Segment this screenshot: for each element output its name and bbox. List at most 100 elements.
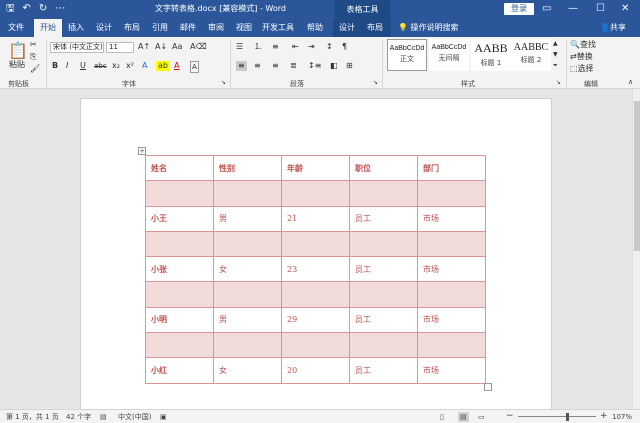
redo-icon[interactable]: ↻: [39, 3, 47, 15]
paste-label[interactable]: 粘贴: [9, 60, 25, 70]
styles-more-icon[interactable]: ⏷: [553, 61, 558, 71]
shrink-font-icon[interactable]: A↓: [155, 42, 167, 52]
proofing-icon[interactable]: ▤: [100, 412, 107, 422]
table-header-cell[interactable]: 职位: [349, 154, 418, 182]
line-spacing-icon[interactable]: ↕≡: [308, 61, 321, 71]
login-button[interactable]: 登录: [504, 3, 534, 15]
char-shading-icon[interactable]: A: [190, 61, 199, 73]
sort-icon[interactable]: ↕: [326, 42, 333, 52]
table-resize-handle-icon[interactable]: [484, 383, 492, 391]
undo-icon[interactable]: ↶: [23, 3, 31, 15]
table-cell[interactable]: [417, 332, 486, 359]
table-cell[interactable]: [349, 230, 418, 258]
print-layout-icon[interactable]: ▤: [458, 412, 469, 422]
multilevel-list-icon[interactable]: ≡: [272, 42, 279, 52]
font-dialog-launcher-icon[interactable]: ↘: [221, 78, 226, 88]
tab-table-design[interactable]: 设计: [334, 19, 360, 37]
table-cell[interactable]: [213, 281, 282, 308]
table-cell[interactable]: 小红: [145, 357, 214, 384]
table-header-cell[interactable]: 年龄: [281, 154, 350, 182]
zoom-slider[interactable]: [518, 416, 596, 417]
tab-mailings[interactable]: 邮件: [176, 19, 200, 37]
table-cell[interactable]: [349, 332, 418, 359]
tab-help[interactable]: 帮助: [302, 19, 328, 37]
web-layout-icon[interactable]: ▭: [478, 412, 485, 422]
table-cell[interactable]: [213, 332, 282, 359]
font-color-button[interactable]: A: [174, 61, 179, 71]
tab-review[interactable]: 审阅: [204, 19, 228, 37]
table-cell[interactable]: 21: [281, 205, 350, 232]
page-count[interactable]: 第 1 页，共 1 页: [6, 412, 59, 422]
table-cell[interactable]: 小明: [145, 306, 214, 334]
table-cell[interactable]: [417, 230, 486, 258]
borders-icon[interactable]: ⊞: [346, 61, 353, 71]
styles-scroll-down-icon[interactable]: ▼: [553, 50, 558, 60]
copy-icon[interactable]: ⎘: [30, 52, 36, 62]
close-icon[interactable]: ✕: [621, 2, 629, 16]
find-button[interactable]: 🔍查找: [570, 40, 596, 50]
table-move-handle-icon[interactable]: +: [138, 147, 146, 155]
table-cell[interactable]: 员工: [349, 306, 418, 334]
table-cell[interactable]: [145, 230, 214, 258]
table-cell[interactable]: 男: [213, 205, 282, 232]
macro-icon[interactable]: ▣: [160, 412, 167, 422]
table-cell[interactable]: 20: [281, 357, 350, 384]
zoom-level[interactable]: 107%: [612, 412, 632, 422]
style-heading-2[interactable]: AABBC 标题 2: [511, 39, 551, 71]
italic-button[interactable]: I: [66, 61, 68, 71]
align-left-icon[interactable]: ≡: [236, 61, 247, 71]
font-name-select[interactable]: 宋体 (中文正文): [50, 42, 104, 53]
tab-view[interactable]: 视图: [232, 19, 256, 37]
table-cell[interactable]: [417, 281, 486, 308]
table-cell[interactable]: 23: [281, 256, 350, 283]
zoom-out-icon[interactable]: −: [506, 411, 514, 421]
clear-format-icon[interactable]: A⌫: [190, 42, 207, 52]
subscript-button[interactable]: x₂: [112, 61, 120, 71]
document-table[interactable]: 姓名 性别 年龄 职位 部门 小王 男 21 员工 市场 小张 女 23 员工 …: [145, 154, 486, 384]
cut-icon[interactable]: ✂: [30, 40, 37, 50]
decrease-indent-icon[interactable]: ⇤: [292, 42, 299, 52]
bold-button[interactable]: B: [52, 61, 58, 71]
save-icon[interactable]: 🖫: [6, 3, 15, 15]
tell-me-search[interactable]: 💡 操作说明搜索: [398, 19, 459, 37]
zoom-in-icon[interactable]: +: [600, 411, 608, 421]
table-cell[interactable]: 小王: [145, 205, 214, 232]
vertical-scrollbar[interactable]: [632, 89, 640, 409]
language-indicator[interactable]: 中文(中国): [118, 412, 151, 422]
collapse-ribbon-icon[interactable]: ∧: [628, 77, 633, 87]
table-cell[interactable]: 男: [213, 306, 282, 334]
strikethrough-button[interactable]: abc: [94, 61, 107, 71]
paragraph-dialog-launcher-icon[interactable]: ↘: [373, 78, 378, 88]
table-cell[interactable]: [213, 180, 282, 207]
table-cell[interactable]: [213, 230, 282, 258]
table-header-cell[interactable]: 姓名: [145, 154, 214, 182]
grow-font-icon[interactable]: A↑: [138, 42, 150, 52]
select-button[interactable]: ⬚选择: [570, 64, 594, 74]
table-cell[interactable]: 29: [281, 306, 350, 334]
font-size-select[interactable]: 11: [106, 42, 134, 53]
align-center-icon[interactable]: ≡: [254, 61, 261, 71]
table-cell[interactable]: 女: [213, 256, 282, 283]
table-cell[interactable]: [145, 332, 214, 359]
tab-file[interactable]: 文件: [4, 19, 28, 37]
show-marks-icon[interactable]: ¶: [342, 42, 347, 52]
bullets-icon[interactable]: ☰: [236, 42, 243, 52]
highlight-icon[interactable]: ab: [156, 61, 170, 71]
table-cell[interactable]: 员工: [349, 205, 418, 232]
table-cell[interactable]: [281, 230, 350, 258]
table-cell[interactable]: [281, 332, 350, 359]
scrollbar-thumb[interactable]: [634, 101, 640, 251]
tab-references[interactable]: 引用: [148, 19, 172, 37]
zoom-slider-thumb[interactable]: [566, 413, 569, 421]
table-cell[interactable]: 小张: [145, 256, 214, 283]
styles-scroll-up-icon[interactable]: ▲: [553, 39, 558, 49]
table-header-cell[interactable]: 性别: [213, 154, 282, 182]
style-no-spacing[interactable]: AaBbCcDd 无间隔: [429, 39, 469, 71]
table-cell[interactable]: [145, 281, 214, 308]
paste-icon[interactable]: 📋: [8, 43, 28, 59]
replace-button[interactable]: ⇄替换: [570, 52, 593, 62]
table-cell[interactable]: [145, 180, 214, 207]
ribbon-display-icon[interactable]: ▭: [542, 2, 551, 16]
table-header-cell[interactable]: 部门: [417, 154, 486, 182]
minimize-icon[interactable]: —: [568, 2, 578, 16]
